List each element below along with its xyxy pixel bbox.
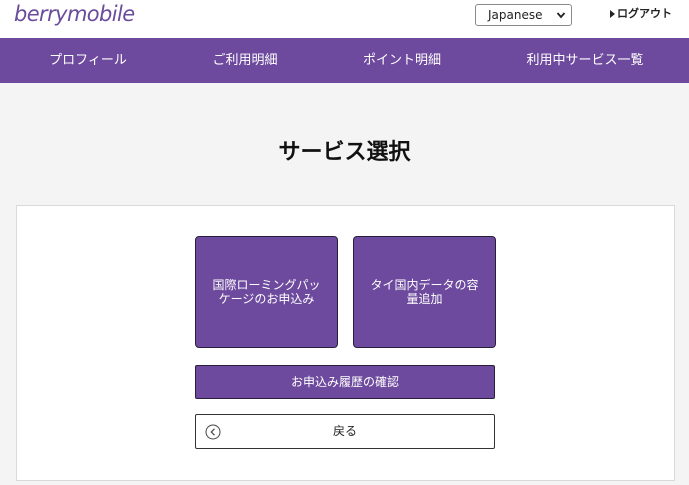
triangle-right-icon [610, 10, 615, 18]
language-select-value: Japanese [488, 8, 543, 22]
chevron-down-icon [556, 12, 566, 19]
data-topup-button[interactable]: タイ国内データの容量追加 [353, 236, 496, 348]
chevron-left-circle-icon [205, 424, 221, 440]
berrymobile-logo[interactable]: berrymobile [14, 1, 135, 27]
logout-link[interactable]: ログアウト [610, 6, 672, 22]
roaming-package-button[interactable]: 国際ローミングパッケージのお申込み [195, 236, 338, 348]
back-button[interactable]: 戻る [195, 414, 495, 449]
main-nav: プロフィール ご利用明細 ポイント明細 利用中サービス一覧 [0, 38, 689, 83]
nav-item-profile[interactable]: プロフィール [40, 38, 136, 83]
nav-item-point-details[interactable]: ポイント明細 [356, 38, 448, 83]
nav-item-usage-details[interactable]: ご利用明細 [203, 38, 287, 83]
logout-label: ログアウト [617, 7, 672, 20]
header: berrymobile Japanese ログアウト [0, 0, 689, 38]
roaming-package-label: 国際ローミングパッケージのお申込み [212, 278, 321, 306]
page-title: サービス選択 [278, 140, 411, 165]
back-button-label: 戻る [332, 424, 357, 438]
application-history-button[interactable]: お申込み履歴の確認 [195, 365, 495, 399]
data-topup-label: タイ国内データの容量追加 [370, 278, 479, 306]
nav-item-active-services[interactable]: 利用中サービス一覧 [522, 38, 648, 83]
language-select[interactable]: Japanese [475, 4, 572, 26]
